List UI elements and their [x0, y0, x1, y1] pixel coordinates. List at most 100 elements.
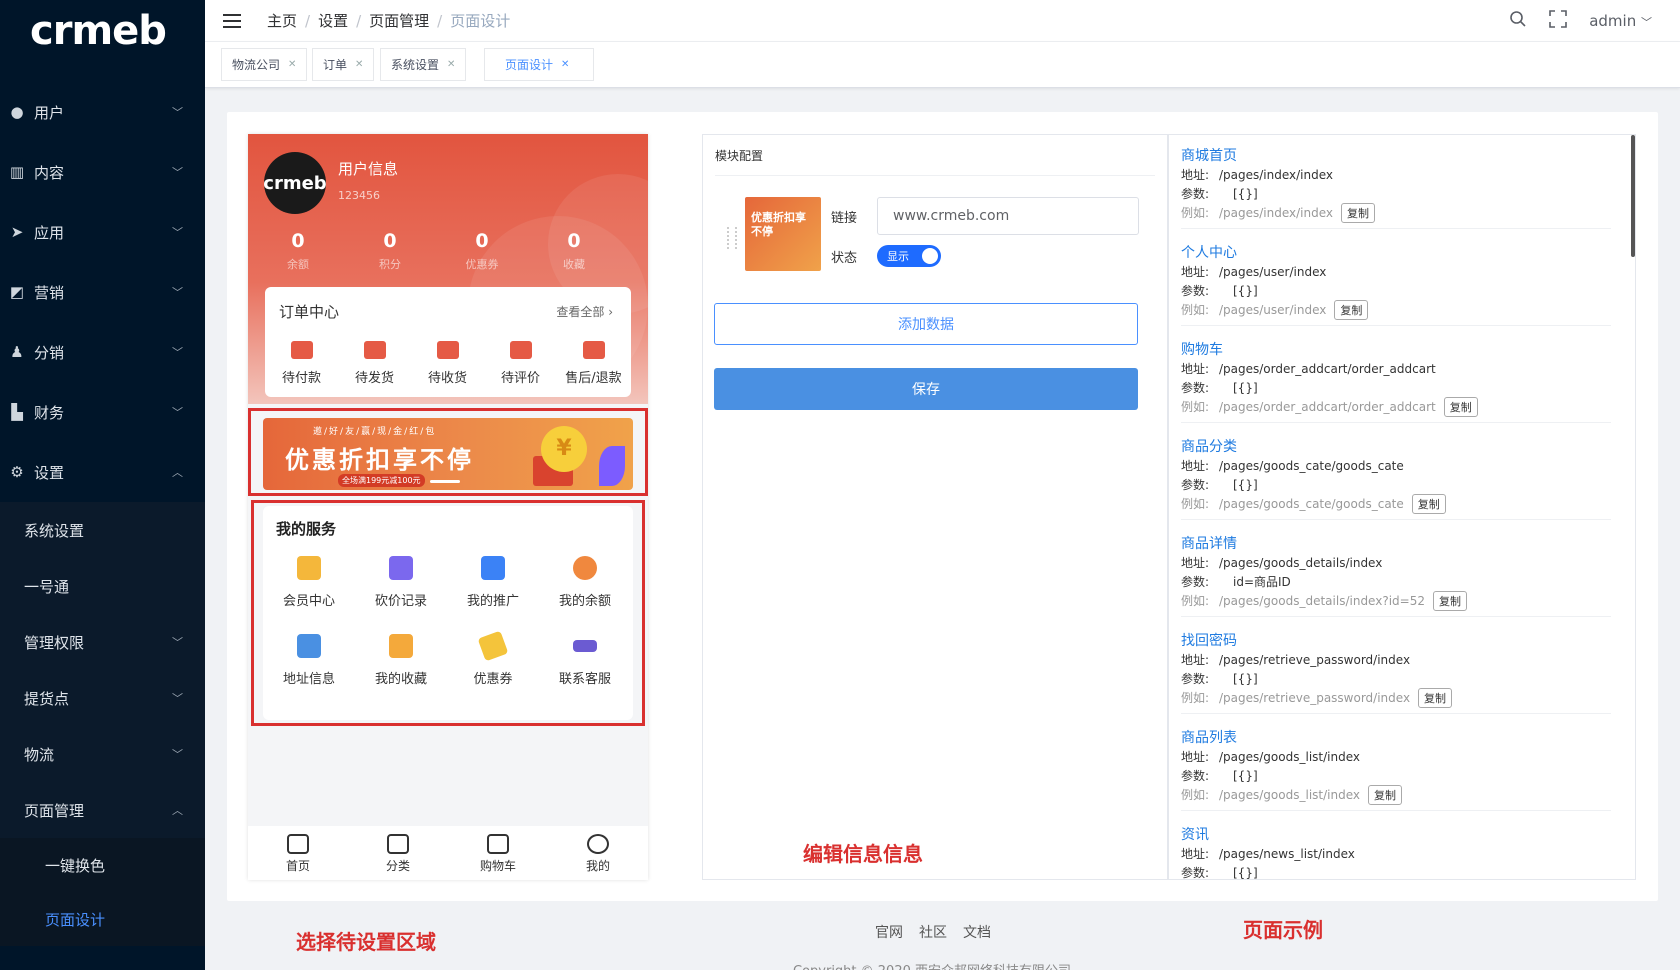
copy-button[interactable]: 复制	[1334, 299, 1369, 320]
order-unreceived[interactable]: 待收货	[411, 341, 484, 386]
sidebar-item-system-settings[interactable]: 系统设置	[0, 502, 205, 558]
document-icon	[389, 556, 413, 580]
save-button[interactable]: 保存	[714, 368, 1138, 410]
sidebar-item-logistics[interactable]: 物流 ﹀	[0, 726, 205, 782]
sidebar-item-distribution[interactable]: ♟ 分销 ﹀	[0, 322, 205, 382]
status-label: 状态	[831, 251, 858, 266]
breadcrumb-settings[interactable]: 设置	[318, 10, 348, 31]
order-unshipped[interactable]: 待发货	[338, 341, 411, 386]
close-icon[interactable]: ✕	[355, 59, 363, 70]
address-line: 地址:/pages/news_list/index	[1181, 846, 1355, 862]
breadcrumb-home[interactable]: 主页	[267, 10, 297, 31]
tag-order[interactable]: 订单 ✕	[312, 48, 375, 81]
service-coupons[interactable]: 优惠券	[447, 630, 539, 712]
page-link-name[interactable]: 购物车	[1181, 339, 1621, 359]
order-unpaid[interactable]: 待付款	[265, 341, 338, 386]
service-bargain-record[interactable]: 砍价记录	[355, 556, 447, 634]
close-icon[interactable]: ✕	[288, 59, 296, 70]
refund-icon	[582, 341, 605, 359]
sidebar-item-page-manage[interactable]: 页面管理 ︿	[0, 782, 205, 838]
tab-home[interactable]: 首页	[248, 826, 348, 880]
example-line: 例如:/pages/user/index 复制	[1181, 299, 1621, 320]
view-all-link[interactable]: 查看全部 ›	[556, 303, 613, 320]
sidebar-item-content[interactable]: ▥ 内容 ﹀	[0, 142, 205, 202]
sidebar-item-user[interactable]: ● 用户 ﹀	[0, 82, 205, 142]
sidebar-item-app[interactable]: ➤ 应用 ﹀	[0, 202, 205, 262]
breadcrumb-page-manage[interactable]: 页面管理	[369, 10, 429, 31]
order-center[interactable]: 订单中心 查看全部 › 待付款 待发货 待收货 待评价 售后/退款	[265, 287, 631, 397]
sidebar-item-permissions[interactable]: 管理权限 ﹀	[0, 614, 205, 670]
address-line: 地址:/pages/goods_list/index	[1181, 749, 1360, 765]
address-line: 地址:/pages/goods_details/index	[1181, 555, 1383, 571]
tab-category[interactable]: 分类	[348, 826, 448, 880]
app-icon: ➤	[10, 223, 24, 241]
copy-button[interactable]: 复制	[1443, 396, 1478, 417]
page-link-name[interactable]: 资讯	[1181, 824, 1621, 844]
finance-icon: ▙	[11, 403, 23, 421]
sidebar-item-pickup[interactable]: 提货点 ﹀	[0, 670, 205, 726]
search-icon[interactable]	[1509, 10, 1527, 32]
chevron-up-icon: ︿	[172, 466, 183, 479]
user-menu[interactable]: admin ﹀	[1589, 12, 1652, 30]
service-balance[interactable]: 我的余额	[539, 556, 631, 634]
home-icon	[287, 834, 309, 854]
page-link-name[interactable]: 商城首页	[1181, 145, 1621, 165]
link-input[interactable]: www.crmeb.com	[877, 197, 1139, 235]
page-link-name[interactable]: 找回密码	[1181, 630, 1621, 650]
copy-button[interactable]: 复制	[1367, 784, 1402, 805]
sidebar-item-settings[interactable]: ⚙ 设置 ︿	[0, 442, 205, 502]
tag-page-design[interactable]: 页面设计 ✕	[484, 48, 594, 81]
stat-favorites: 0 收藏	[563, 230, 585, 271]
sidebar-item-marketing[interactable]: ◩ 营销 ﹀	[0, 262, 205, 322]
carousel-indicator	[430, 480, 460, 483]
order-unreviewed[interactable]: 待评价	[484, 341, 557, 386]
service-member-center[interactable]: 会员中心	[263, 556, 355, 634]
sidebar-item-page-design[interactable]: 页面设计	[0, 892, 205, 946]
my-services[interactable]: 我的服务 会员中心 砍价记录 我的推广 我的余额 地址信息 我的收藏 优惠券 联…	[263, 506, 633, 720]
sidebar-item-finance[interactable]: ▙ 财务 ﹀	[0, 382, 205, 442]
breadcrumb: 主页 / 设置 / 页面管理 / 页面设计	[267, 10, 511, 31]
footer-link-docs[interactable]: 文档	[963, 922, 991, 942]
page-link-name[interactable]: 个人中心	[1181, 242, 1621, 262]
chevron-down-icon: ﹀	[172, 286, 183, 299]
page-link-name[interactable]: 商品分类	[1181, 436, 1621, 456]
banner-thumbnail[interactable]: 优惠折扣享不停	[745, 197, 821, 271]
marketing-icon: ◩	[9, 283, 25, 301]
copy-button[interactable]: 复制	[1341, 202, 1376, 223]
add-data-button[interactable]: 添加数据	[714, 303, 1138, 345]
close-icon[interactable]: ✕	[561, 59, 569, 70]
promo-banner[interactable]: 邀/好/友/赢/现/金/红/包 优惠折扣享不停 全场满199元减100元 ¥	[263, 418, 633, 490]
order-refund[interactable]: 售后/退款	[557, 341, 630, 386]
chevron-down-icon: ﹀	[172, 406, 183, 419]
page-links-panel: 商城首页 地址:/pages/index/index 参数:[{}] 例如:/page…	[1168, 134, 1636, 880]
wallet-icon	[290, 341, 313, 359]
page-link-name[interactable]: 商品详情	[1181, 533, 1621, 553]
tag-logistics-company[interactable]: 物流公司 ✕	[221, 48, 308, 81]
money-bag-icon	[573, 556, 597, 580]
copy-button[interactable]: 复制	[1432, 590, 1467, 611]
footer-link-official[interactable]: 官网	[875, 922, 903, 942]
service-favorites[interactable]: 我的收藏	[355, 634, 447, 712]
menu-toggle-icon[interactable]	[223, 13, 241, 28]
status-toggle[interactable]: 显示	[877, 245, 941, 267]
scrollbar[interactable]	[1631, 135, 1635, 257]
service-address[interactable]: 地址信息	[263, 634, 355, 712]
service-promotion[interactable]: 我的推广	[447, 556, 539, 634]
tab-cart[interactable]: 购物车	[448, 826, 548, 880]
copy-button[interactable]: 复制	[1411, 493, 1446, 514]
example-line: 例如:/pages/goods_cate/goods_cate 复制	[1181, 493, 1621, 514]
drag-handle-icon[interactable]	[727, 227, 737, 249]
chevron-up-icon: ︿	[172, 804, 183, 817]
sidebar-item-theme-color[interactable]: 一键换色	[0, 838, 205, 892]
footer-link-community[interactable]: 社区	[919, 922, 947, 942]
sidebar-item-yihaotong[interactable]: 一号通	[0, 558, 205, 614]
tag-system-settings[interactable]: 系统设置 ✕	[380, 48, 467, 81]
fullscreen-icon[interactable]	[1549, 10, 1568, 32]
close-icon[interactable]: ✕	[447, 59, 455, 70]
tab-mine[interactable]: 我的	[548, 826, 648, 880]
copy-button[interactable]: 复制	[1418, 687, 1453, 708]
service-customer-support[interactable]: 联系客服	[539, 634, 631, 712]
avatar: crmeb	[263, 152, 327, 214]
page-link-name[interactable]: 商品列表	[1181, 727, 1621, 747]
services-title: 我的服务	[276, 520, 337, 538]
